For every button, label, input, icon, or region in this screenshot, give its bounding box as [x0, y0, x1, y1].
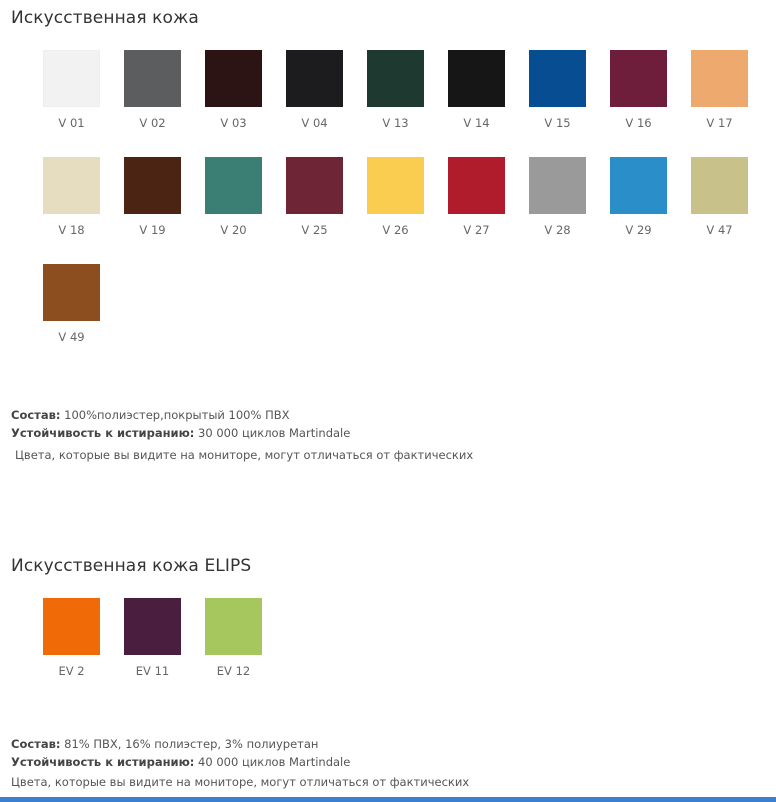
abrasion-value: 40 000 циклов Martindale	[194, 755, 351, 769]
swatch-code: V 19	[139, 223, 166, 237]
elips-specs: Состав: 81% ПВХ, 16% полиэстер, 3% полиу…	[11, 735, 350, 771]
abrasion-label: Устойчивость к истиранию:	[11, 755, 195, 769]
leather-specs: Состав: 100%полиэстер,покрытый 100% ПВХ …	[11, 406, 350, 442]
color-swatch[interactable]	[448, 50, 505, 107]
swatch-item[interactable]: V 15	[519, 50, 596, 157]
color-swatch[interactable]	[43, 264, 100, 321]
swatch-code: V 49	[58, 330, 85, 344]
swatch-item[interactable]: V 29	[600, 157, 677, 264]
swatch-code: V 13	[382, 116, 409, 130]
swatch-item[interactable]: V 01	[33, 50, 110, 157]
color-swatch[interactable]	[367, 50, 424, 107]
swatch-item[interactable]: EV 2	[33, 598, 110, 705]
color-swatch[interactable]	[691, 157, 748, 214]
abrasion-row: Устойчивость к истиранию: 30 000 циклов …	[11, 424, 350, 442]
swatch-code: V 01	[58, 116, 85, 130]
swatch-item[interactable]: V 19	[114, 157, 191, 264]
color-disclaimer: Цвета, которые вы видите на мониторе, мо…	[15, 448, 474, 462]
color-swatch[interactable]	[205, 50, 262, 107]
swatch-item[interactable]: V 27	[438, 157, 515, 264]
composition-label: Состав:	[11, 737, 61, 751]
color-swatch[interactable]	[43, 157, 100, 214]
composition-label: Состав:	[11, 408, 61, 422]
swatch-item[interactable]: V 03	[195, 50, 272, 157]
color-swatch[interactable]	[448, 157, 505, 214]
composition-value: 100%полиэстер,покрытый 100% ПВХ	[60, 408, 290, 422]
swatch-code: V 02	[139, 116, 166, 130]
swatch-code: V 20	[220, 223, 247, 237]
swatch-item[interactable]: V 16	[600, 50, 677, 157]
color-swatch[interactable]	[205, 157, 262, 214]
swatch-code: V 17	[706, 116, 733, 130]
swatch-code: V 04	[301, 116, 328, 130]
swatch-grid-elips: EV 2 EV 11 EV 12	[33, 598, 773, 705]
swatch-item[interactable]: V 20	[195, 157, 272, 264]
swatch-item[interactable]: EV 11	[114, 598, 191, 705]
color-swatch[interactable]	[529, 157, 586, 214]
swatch-item[interactable]: V 17	[681, 50, 758, 157]
color-swatch[interactable]	[610, 50, 667, 107]
swatch-item[interactable]: V 13	[357, 50, 434, 157]
swatch-item[interactable]: V 18	[33, 157, 110, 264]
swatch-grid-leather: V 01 V 02 V 03 V 04 V 13 V 14 V 15 V 16 V 17 V 18…	[33, 50, 773, 371]
swatch-code: V 26	[382, 223, 409, 237]
abrasion-value: 30 000 циклов Martindale	[194, 426, 351, 440]
abrasion-row: Устойчивость к истиранию: 40 000 циклов …	[11, 753, 350, 771]
swatch-item[interactable]: V 49	[33, 264, 110, 371]
swatch-item[interactable]: V 26	[357, 157, 434, 264]
bottom-bar	[0, 797, 776, 802]
swatch-code: V 14	[463, 116, 490, 130]
swatch-item[interactable]: V 47	[681, 157, 758, 264]
color-swatch[interactable]	[43, 50, 100, 107]
swatch-code: V 16	[625, 116, 652, 130]
color-swatch[interactable]	[691, 50, 748, 107]
swatch-code: V 15	[544, 116, 571, 130]
composition-value: 81% ПВХ, 16% полиэстер, 3% полиуретан	[60, 737, 319, 751]
swatch-item[interactable]: V 25	[276, 157, 353, 264]
swatch-item[interactable]: EV 12	[195, 598, 272, 705]
section-title-elips: Искусственная кожа ELIPS	[11, 556, 252, 576]
composition-row: Состав: 81% ПВХ, 16% полиэстер, 3% полиу…	[11, 735, 350, 753]
swatch-item[interactable]: V 14	[438, 50, 515, 157]
abrasion-label: Устойчивость к истиранию:	[11, 426, 195, 440]
color-swatch[interactable]	[529, 50, 586, 107]
composition-row: Состав: 100%полиэстер,покрытый 100% ПВХ	[11, 406, 350, 424]
color-swatch[interactable]	[43, 598, 100, 655]
swatch-code: V 03	[220, 116, 247, 130]
swatch-code: V 18	[58, 223, 85, 237]
swatch-code: V 29	[625, 223, 652, 237]
color-swatch[interactable]	[286, 157, 343, 214]
swatch-code: V 28	[544, 223, 571, 237]
color-swatch[interactable]	[205, 598, 262, 655]
swatch-code: EV 2	[58, 664, 85, 678]
color-swatch[interactable]	[124, 157, 181, 214]
swatch-code: V 25	[301, 223, 328, 237]
section-title-leather: Искусственная кожа	[11, 8, 199, 28]
swatch-item[interactable]: V 04	[276, 50, 353, 157]
swatch-code: EV 11	[135, 664, 170, 678]
swatch-code: EV 12	[216, 664, 251, 678]
color-swatch[interactable]	[610, 157, 667, 214]
swatch-code: V 27	[463, 223, 490, 237]
swatch-item[interactable]: V 28	[519, 157, 596, 264]
color-disclaimer: Цвета, которые вы видите на мониторе, мо…	[11, 775, 470, 789]
color-swatch[interactable]	[286, 50, 343, 107]
swatch-code: V 47	[706, 223, 733, 237]
color-swatch[interactable]	[124, 50, 181, 107]
color-swatch[interactable]	[124, 598, 181, 655]
swatch-item[interactable]: V 02	[114, 50, 191, 157]
color-swatch[interactable]	[367, 157, 424, 214]
